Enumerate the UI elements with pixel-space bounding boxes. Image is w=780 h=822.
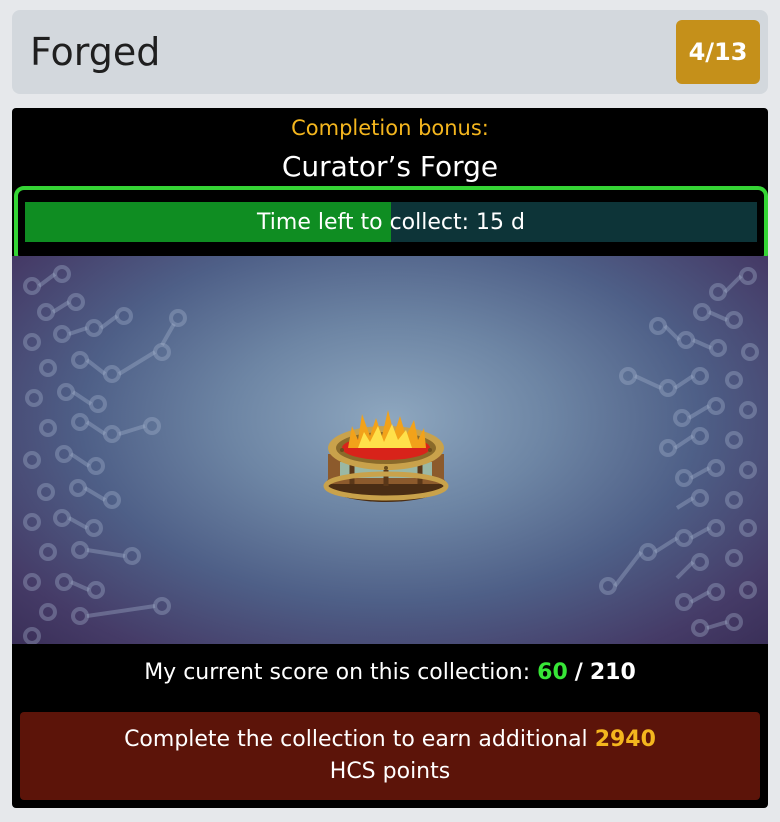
- collection-header: Forged 4/13: [12, 10, 768, 94]
- circuit-pattern-right: [599, 267, 759, 637]
- collection-count-badge: 4/13: [676, 20, 760, 84]
- completion-bonus-label: Completion bonus:: [291, 116, 489, 140]
- reward-text-after: HCS points: [329, 759, 451, 784]
- time-left-frame: Time left to collect: 15 d: [14, 186, 768, 264]
- circuit-pattern-left: [23, 265, 187, 644]
- reward-line-1: Complete the collection to earn addition…: [20, 724, 760, 756]
- reward-points-value: 2940: [594, 727, 656, 752]
- completion-reward-banner: Complete the collection to earn addition…: [20, 712, 760, 800]
- score-label: My current score on this collection:: [144, 660, 531, 685]
- collection-card: Completion bonus: Curator’s Forge Time l…: [12, 108, 768, 808]
- time-left-progress-bar: Time left to collect: 15 d: [25, 202, 757, 242]
- reward-text-before: Complete the collection to earn addition…: [124, 727, 588, 752]
- completion-bonus-name: Curator’s Forge: [281, 150, 499, 183]
- bonus-item-showcase: [12, 256, 768, 644]
- fire-pit-icon: [323, 410, 449, 502]
- score-total-value: 210: [589, 660, 636, 685]
- collection-title: Forged: [30, 30, 161, 74]
- time-left-text: Time left to collect: 15 d: [257, 209, 525, 235]
- score-separator: /: [574, 660, 583, 685]
- score-current-value: 60: [537, 660, 568, 685]
- collection-score: My current score on this collection: 60 …: [12, 660, 768, 685]
